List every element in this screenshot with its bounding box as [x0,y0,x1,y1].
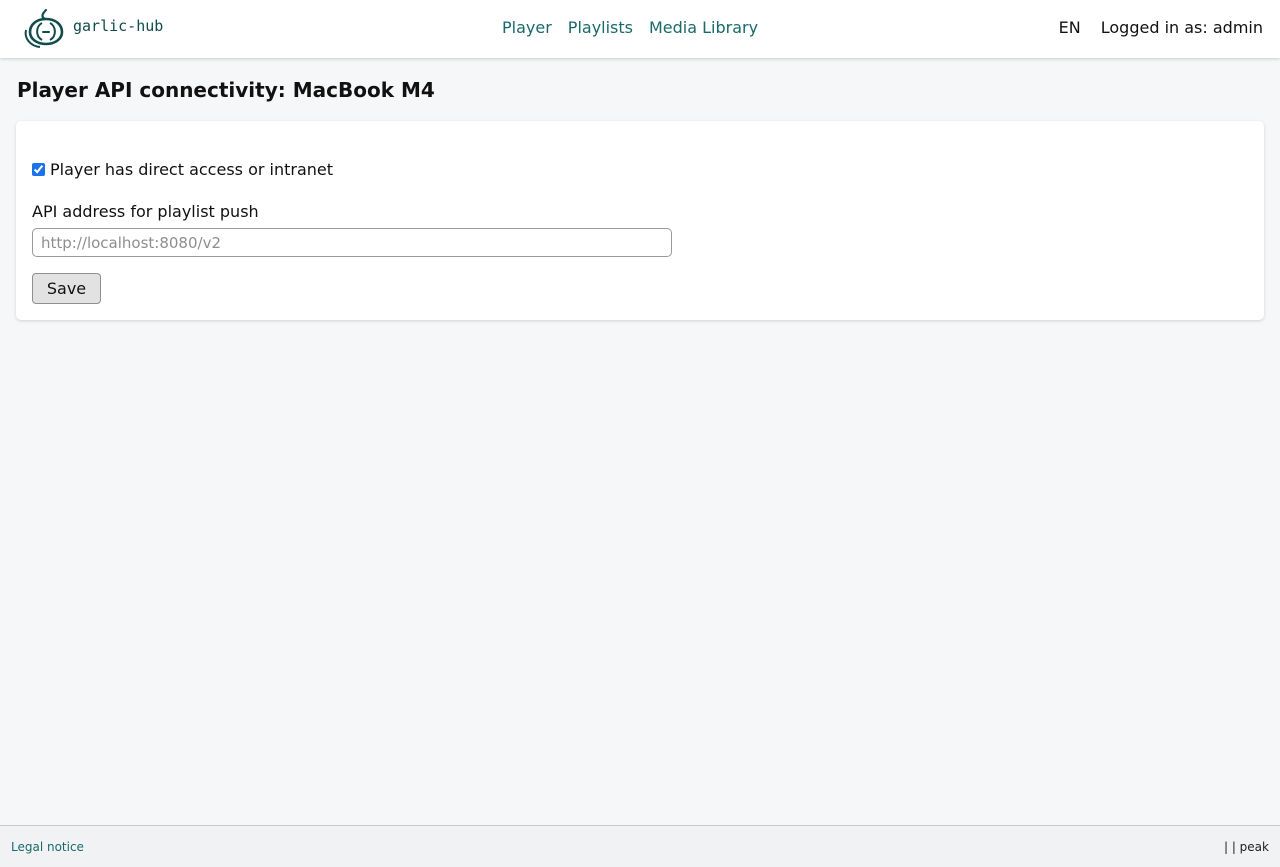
page-footer: Legal notice | | peak [0,825,1280,867]
top-navigation-bar: garlic-hub Player Playlists Media Librar… [0,0,1280,58]
nav-playlists[interactable]: Playlists [568,18,633,37]
direct-access-label: Player has direct access or intranet [50,160,334,179]
legal-notice-link[interactable]: Legal notice [11,840,84,854]
main-nav: Player Playlists Media Library [502,18,758,37]
nav-media-library[interactable]: Media Library [649,18,758,37]
direct-access-option[interactable]: Player has direct access or intranet [32,160,333,179]
logo-text: garlic-hub [73,17,164,35]
user-area: EN Logged in as: admin [1059,18,1263,37]
garlic-logo-icon [24,8,64,48]
user-menu[interactable]: Logged in as: admin [1101,18,1263,37]
language-selector[interactable]: EN [1059,18,1081,37]
version-info: | | peak [1223,840,1269,854]
connectivity-form-card: Player has direct access or intranet API… [16,121,1264,320]
save-button[interactable]: Save [32,273,101,304]
garlic-hub-logo[interactable]: garlic-hub [22,8,163,48]
direct-access-checkbox[interactable] [32,163,45,176]
page-title: Player API connectivity: MacBook M4 [17,78,435,102]
nav-player[interactable]: Player [502,18,552,37]
api-address-input[interactable] [32,228,672,257]
api-address-label: API address for playlist push [32,202,259,221]
